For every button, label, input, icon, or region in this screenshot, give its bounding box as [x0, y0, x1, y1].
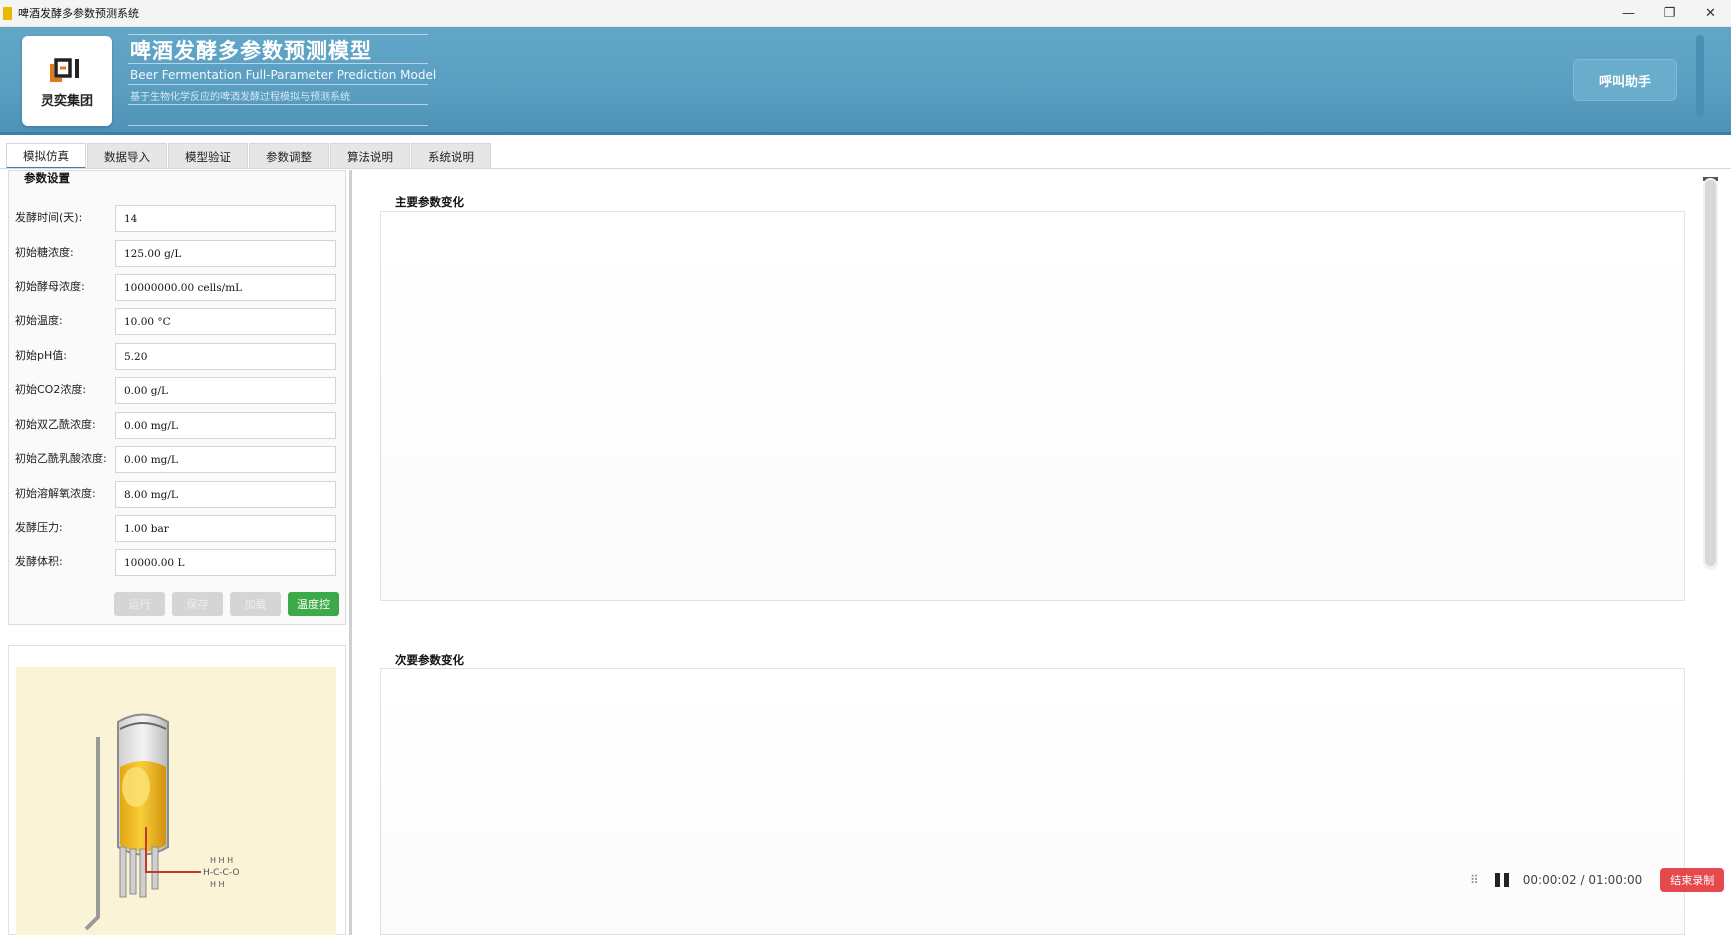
tab-3[interactable]: 参数调整	[249, 143, 329, 169]
recording-time: 00:00:02 / 01:00:00	[1522, 873, 1643, 887]
parameter-label: 初始CO2浓度:	[15, 383, 87, 396]
parameter-row: 初始温度: 10.00 °C	[15, 308, 336, 336]
parameter-buttons: 运行 保存 加载 温度控	[114, 592, 346, 616]
parameter-row: 初始CO2浓度: 0.00 g/L	[15, 377, 336, 405]
tab-divider	[0, 168, 1731, 169]
app-title: 啤酒发酵多参数预测模型	[130, 39, 372, 63]
parameter-label: 初始乙酰乳酸浓度:	[15, 452, 107, 465]
header-divider	[128, 63, 428, 64]
pause-icon[interactable]	[1494, 873, 1511, 887]
tab-1[interactable]: 数据导入	[87, 143, 167, 169]
tab-5[interactable]: 系统说明	[411, 143, 491, 169]
parameter-input[interactable]: 10000000.00 cells/mL	[115, 274, 336, 301]
scrollbar-thumb[interactable]	[1705, 180, 1716, 566]
parameter-label: 发酵压力:	[15, 521, 63, 534]
screen-recorder-bar: ⠿ 00:00:02 / 01:00:00 结束录制	[1470, 866, 1725, 894]
main-tabs: 模拟仿真 数据导入 模型验证 参数调整 算法说明 系统说明	[6, 143, 492, 169]
restore-button[interactable]: ❐	[1649, 0, 1690, 27]
parameter-label: 初始pH值:	[15, 349, 67, 362]
primary-chart-title: 主要参数变化	[395, 195, 464, 209]
minimize-button[interactable]: —	[1608, 0, 1649, 27]
call-assistant-button[interactable]: 呼叫助手	[1573, 59, 1677, 101]
panel-splitter[interactable]	[349, 170, 352, 935]
parameter-label: 初始溶解氧浓度:	[15, 487, 96, 500]
logo-mark-icon	[50, 58, 79, 82]
svg-text:H H H: H H H	[210, 856, 233, 865]
header-banner: 灵奕集团 啤酒发酵多参数预测模型 Beer Fermentation Full-…	[0, 27, 1731, 135]
secondary-chart-title: 次要参数变化	[395, 653, 464, 667]
window-title: 啤酒发酵多参数预测系统	[18, 7, 139, 20]
temperature-control-button[interactable]: 温度控	[288, 592, 339, 616]
parameter-section-title: 参数设置	[24, 171, 70, 185]
parameter-row: 初始pH值: 5.20	[15, 343, 336, 371]
company-logo: 灵奕集团	[22, 36, 112, 126]
drag-handle-icon[interactable]: ⠿	[1470, 873, 1479, 887]
parameter-label: 初始双乙酰浓度:	[15, 418, 96, 431]
app-subtitle: Beer Fermentation Full-Parameter Predict…	[130, 68, 437, 82]
fermenter-tube-icon: H-C-C-O H H H H H	[84, 713, 239, 931]
svg-text:H H: H H	[210, 880, 225, 889]
parameter-row: 初始酵母浓度: 10000000.00 cells/mL	[15, 274, 336, 302]
parameter-input[interactable]: 0.00 mg/L	[115, 446, 336, 473]
parameter-row: 初始乙酰乳酸浓度: 0.00 mg/L	[15, 446, 336, 474]
tab-2[interactable]: 模型验证	[168, 143, 248, 169]
parameter-input[interactable]: 1.00 bar	[115, 515, 336, 542]
parameter-row: 发酵时间(天): 14	[15, 205, 336, 233]
app-icon	[3, 6, 12, 20]
fermenter-illustration: H-C-C-O H H H H H	[16, 667, 336, 935]
parameter-row: 发酵体积: 10000.00 L	[15, 549, 336, 577]
stop-recording-button[interactable]: 结束录制	[1660, 868, 1725, 892]
parameter-input[interactable]: 8.00 mg/L	[115, 481, 336, 508]
load-button[interactable]: 加载	[230, 592, 281, 616]
window-titlebar: 啤酒发酵多参数预测系统 — ❐ ✕	[0, 0, 1731, 27]
parameter-row: 发酵压力: 1.00 bar	[15, 515, 336, 543]
window-controls: — ❐ ✕	[1608, 0, 1731, 27]
parameter-label: 初始酵母浓度:	[15, 280, 85, 293]
parameter-row: 初始双乙酰浓度: 0.00 mg/L	[15, 412, 336, 440]
close-button[interactable]: ✕	[1690, 0, 1731, 27]
parameter-input[interactable]: 0.00 g/L	[115, 377, 336, 404]
parameter-input[interactable]: 10.00 °C	[115, 308, 336, 335]
parameter-label: 初始温度:	[15, 314, 63, 327]
app-description: 基于生物化学反应的啤酒发酵过程模拟与预测系统	[130, 92, 350, 103]
banner-bottom-border	[0, 132, 1731, 135]
parameter-input[interactable]: 0.00 mg/L	[115, 412, 336, 439]
secondary-chart-area	[380, 668, 1685, 935]
svg-text:H-C-C-O: H-C-C-O	[203, 868, 239, 878]
header-divider	[128, 84, 428, 85]
parameter-row: 初始糖浓度: 125.00 g/L	[15, 240, 336, 268]
parameter-input[interactable]: 10000.00 L	[115, 549, 336, 576]
parameter-input[interactable]: 14	[115, 205, 336, 232]
header-divider	[128, 125, 428, 126]
secondary-chart-canvas	[381, 669, 1684, 934]
parameter-row: 初始溶解氧浓度: 8.00 mg/L	[15, 481, 336, 509]
tab-0[interactable]: 模拟仿真	[6, 143, 86, 169]
logo-text: 灵奕集团	[40, 94, 93, 109]
parameter-label: 发酵时间(天):	[15, 211, 83, 224]
run-button[interactable]: 运行	[114, 592, 165, 616]
parameter-input[interactable]: 5.20	[115, 343, 336, 370]
save-button[interactable]: 保存	[172, 592, 223, 616]
parameter-label: 初始糖浓度:	[15, 246, 74, 259]
parameter-label: 发酵体积:	[15, 555, 63, 568]
primary-chart-canvas	[381, 212, 1684, 600]
header-scrollbar[interactable]	[1696, 35, 1704, 117]
primary-chart-area	[380, 211, 1685, 601]
tab-4[interactable]: 算法说明	[330, 143, 410, 169]
parameter-input[interactable]: 125.00 g/L	[115, 240, 336, 267]
header-divider	[128, 104, 428, 105]
vertical-scrollbar[interactable]	[1703, 178, 1718, 570]
